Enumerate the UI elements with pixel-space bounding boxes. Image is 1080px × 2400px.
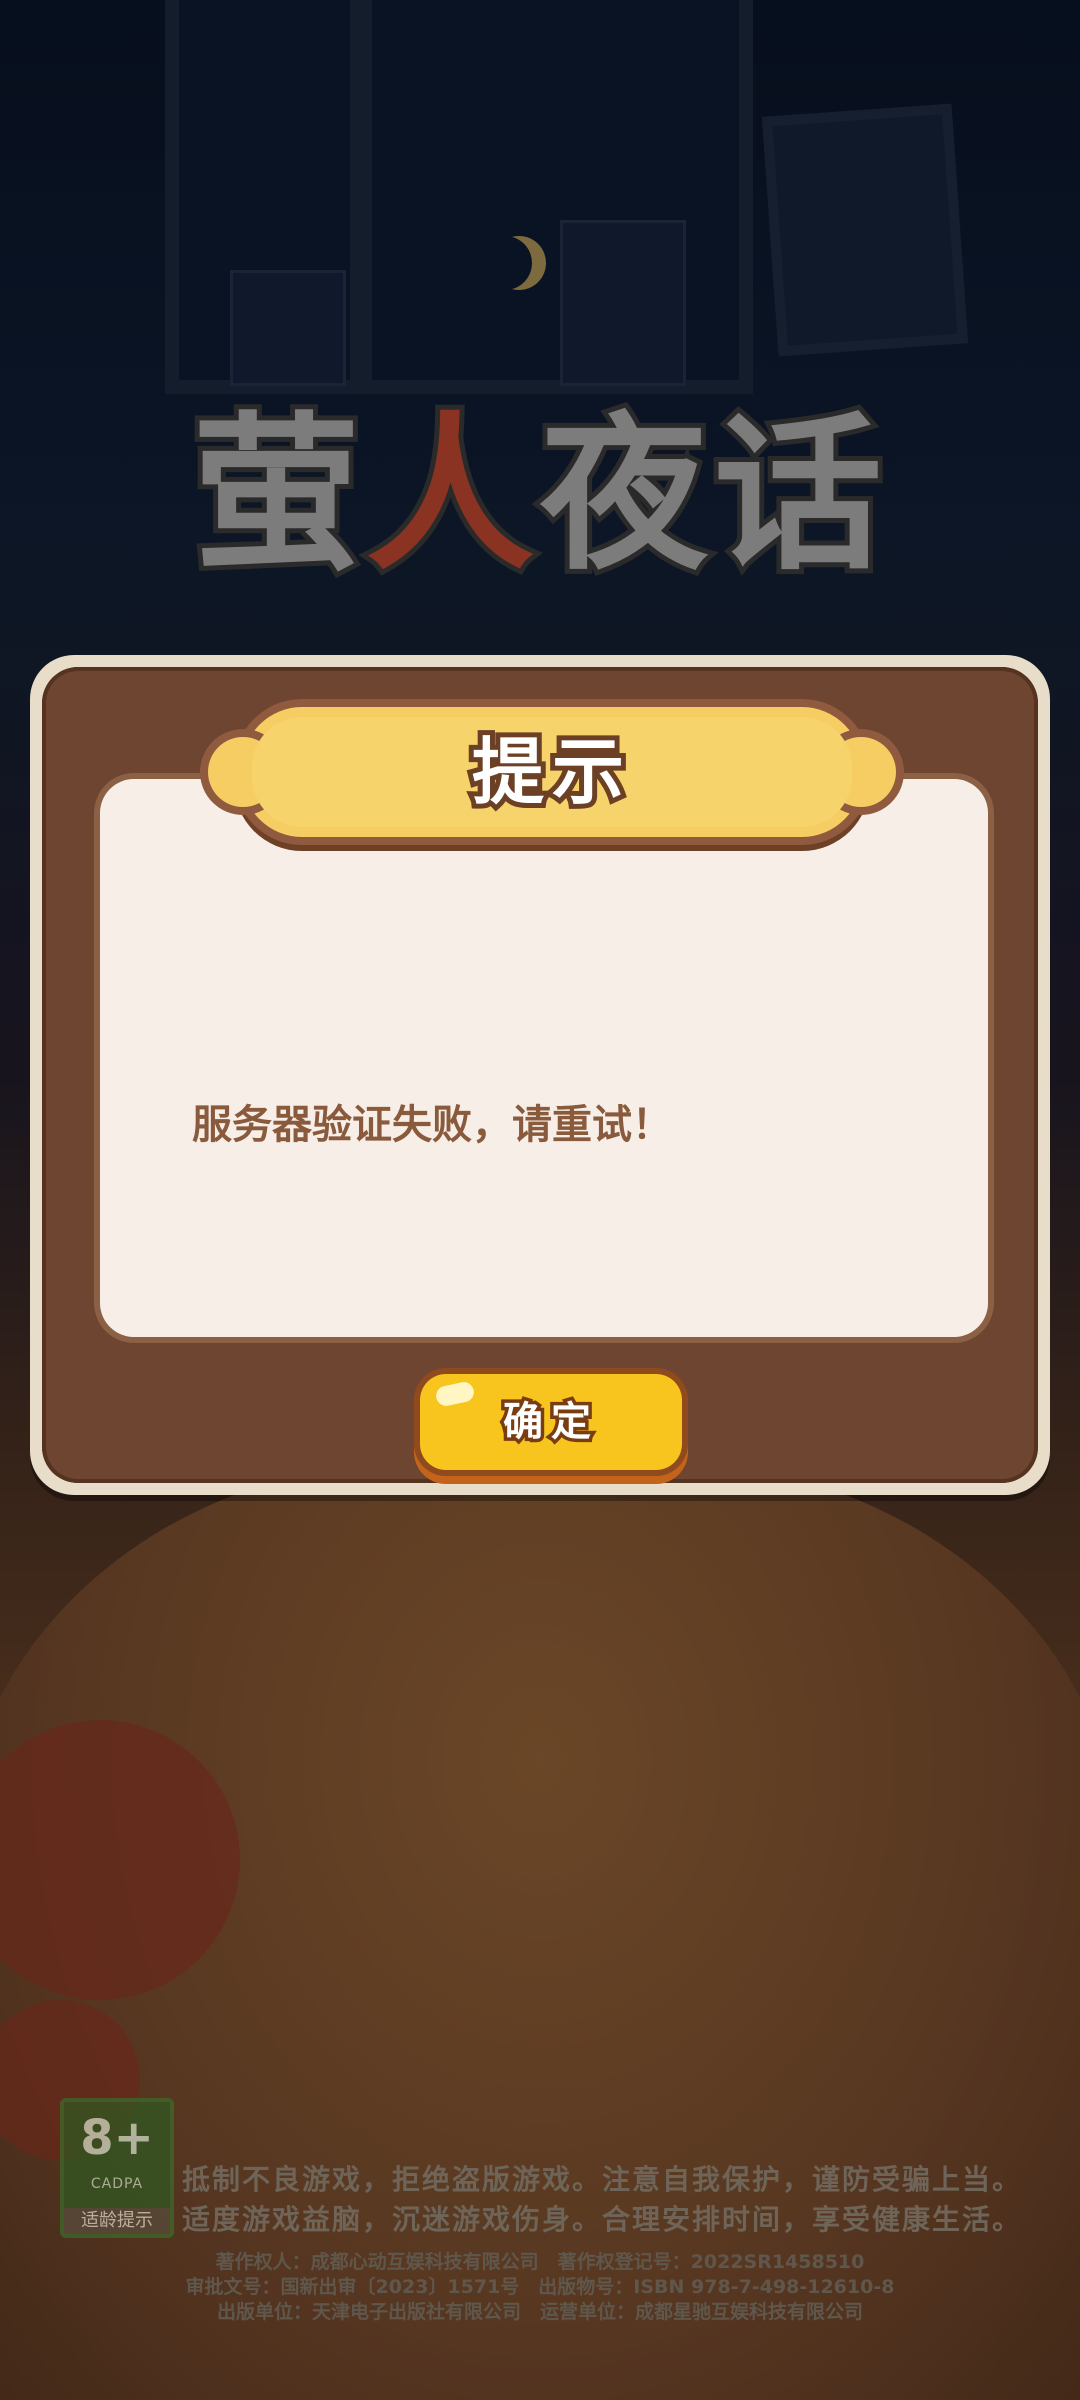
game-screen: 萤人夜话 服务器验证失败，请重试！ 提示 确定 8+ CADPA 适龄提示 抵制… [0, 0, 1080, 2400]
dialog-content-panel: 服务器验证失败，请重试！ [100, 779, 988, 1337]
dialog-frame: 服务器验证失败，请重试！ 提示 确定 [42, 667, 1038, 1483]
alert-dialog: 服务器验证失败，请重试！ 提示 确定 [30, 655, 1050, 1495]
health-notice-line: 抵制不良游戏，拒绝盗版游戏。注意自我保护，谨防受骗上当。 [182, 2163, 1023, 2196]
copyright-line: 审批文号：国新出审〔2023〕1571号 出版物号：ISBN 978-7-498… [185, 2276, 895, 2298]
copyright-line: 著作权人：成都心动互娱科技有限公司 著作权登记号：2022SR1458510 [215, 2251, 865, 2273]
dialog-title-banner: 提示 [208, 707, 896, 837]
health-notice-line: 适度游戏益脑，沉迷游戏伤身。合理安排时间，享受健康生活。 [182, 2203, 1023, 2236]
confirm-button-label: 确定 [500, 1397, 599, 1448]
age-rating-value: 8+ [80, 2110, 154, 2166]
age-rating-org: CADPA [90, 2176, 144, 2192]
age-rating-badge: 8+ CADPA 适龄提示 [60, 2098, 174, 2238]
copyright-line: 出版单位：天津电子出版社有限公司 运营单位：成都星驰互娱科技有限公司 [216, 2301, 863, 2323]
dialog-message: 服务器验证失败，请重试！ [192, 1102, 672, 1148]
dialog-title: 提示 [467, 725, 632, 819]
age-rating-label: 适龄提示 [64, 2208, 170, 2234]
confirm-button[interactable]: 确定 [420, 1374, 682, 1470]
game-logo: 萤人夜话 [187, 392, 888, 598]
